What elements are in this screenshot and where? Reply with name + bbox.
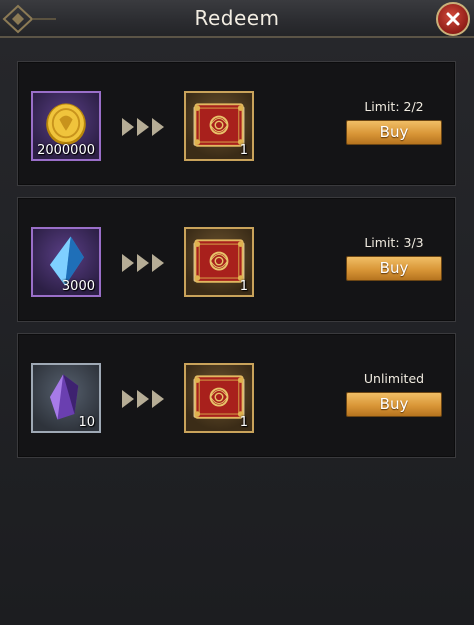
offer-row: 10 1 Unlimited Buy xyxy=(17,333,456,458)
reward-quantity: 1 xyxy=(239,279,248,294)
cost-quantity: 10 xyxy=(78,415,95,430)
arrow-icon xyxy=(122,388,170,410)
title-bar: Redeem xyxy=(0,0,474,38)
arrow-icon xyxy=(122,116,170,138)
close-button[interactable] xyxy=(436,2,470,36)
cost-item-slot[interactable]: 10 xyxy=(31,363,101,433)
reward-quantity: 1 xyxy=(239,415,248,430)
cost-quantity: 2000000 xyxy=(37,143,95,158)
reward-item-slot[interactable]: 1 xyxy=(184,91,254,161)
reward-item-slot[interactable]: 1 xyxy=(184,363,254,433)
limit-label: Limit: 3/3 xyxy=(364,235,424,250)
close-icon xyxy=(446,12,460,26)
cost-item-slot[interactable]: 3000 xyxy=(31,227,101,297)
redeem-panel: 2000000 1 Limit: 2/2 Buy 3000 1 Limit: 3… xyxy=(0,38,474,625)
buy-button[interactable]: Buy xyxy=(346,256,442,281)
buy-button[interactable]: Buy xyxy=(346,120,442,145)
reward-quantity: 1 xyxy=(239,143,248,158)
offer-row: 3000 1 Limit: 3/3 Buy xyxy=(17,197,456,322)
cost-quantity: 3000 xyxy=(61,279,95,294)
cost-item-slot[interactable]: 2000000 xyxy=(31,91,101,161)
limit-label: Limit: 2/2 xyxy=(364,99,424,114)
limit-label: Unlimited xyxy=(363,371,425,386)
buy-button[interactable]: Buy xyxy=(346,392,442,417)
arrow-icon xyxy=(122,252,170,274)
reward-item-slot[interactable]: 1 xyxy=(184,227,254,297)
offer-row: 2000000 1 Limit: 2/2 Buy xyxy=(17,61,456,186)
window-title: Redeem xyxy=(194,6,280,30)
